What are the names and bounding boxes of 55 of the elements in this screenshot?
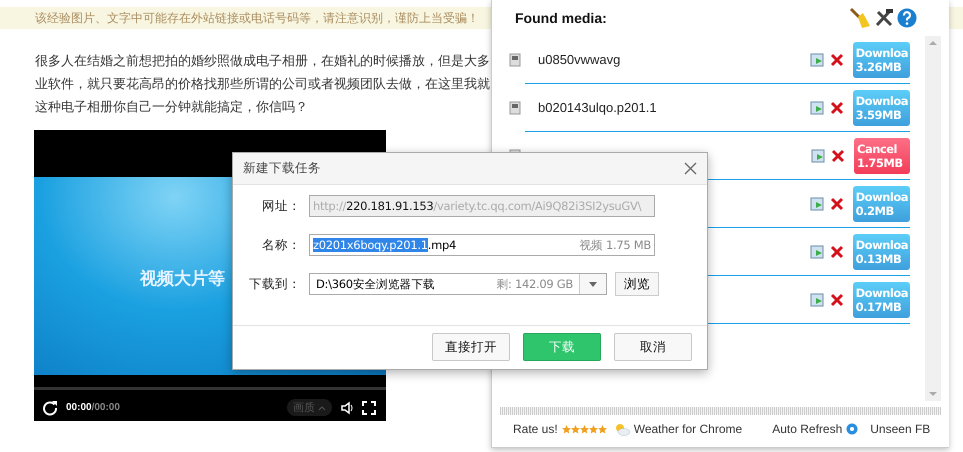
broom-icon[interactable] — [849, 7, 871, 29]
caret-icon — [318, 405, 326, 411]
progress-track[interactable] — [34, 387, 386, 390]
copy-icon[interactable] — [810, 52, 826, 68]
url-label: 网址： — [261, 198, 301, 214]
article-text: 这种电子相册你自己一分钟就能搞定，你信吗？ — [35, 98, 309, 116]
dialog-button[interactable]: 直接打开 — [432, 333, 510, 361]
save-path-dropdown[interactable]: D:\360安全浏览器下载 剩: 142.09 GB — [309, 273, 607, 295]
copy-icon[interactable] — [810, 244, 826, 260]
grip-bar[interactable] — [500, 407, 941, 415]
browse-button[interactable]: 浏览 — [615, 272, 659, 296]
tools-icon[interactable] — [874, 8, 894, 28]
media-name: b020143ulqo.p201.1 — [538, 100, 657, 115]
unseen-link[interactable]: Unseen FB — [870, 422, 930, 436]
dialog-button[interactable]: 取消 — [614, 333, 692, 361]
help-icon[interactable] — [897, 8, 917, 28]
article-text: 业软件，就只要花高昂的价格找那些所谓的公司或者视频团队去做，在这里我就 — [35, 75, 490, 93]
auto-refresh-link[interactable]: Auto Refresh — [772, 422, 842, 436]
dialog-title: 新建下载任务 — [243, 160, 321, 177]
delete-icon[interactable] — [830, 196, 844, 210]
copy-icon[interactable] — [810, 292, 826, 308]
name-label: 名称： — [261, 236, 301, 254]
save-path-label: 下载到： — [248, 276, 301, 292]
current-time: 00:00 — [66, 402, 92, 413]
panel-title: Found media: — [515, 10, 607, 26]
delete-icon[interactable] — [830, 292, 844, 306]
star-icon — [570, 424, 580, 434]
delete-icon[interactable] — [830, 100, 844, 114]
replay-icon[interactable] — [42, 400, 58, 416]
delete-icon[interactable] — [830, 244, 844, 258]
star-icon — [598, 424, 607, 434]
close-icon[interactable] — [684, 162, 697, 175]
fullscreen-icon[interactable] — [362, 400, 376, 414]
name-field[interactable]: z0201x6boqy.p201.1.mp4 视频 1.75 MB — [309, 234, 655, 256]
rate-link[interactable]: Rate us! — [513, 422, 558, 436]
article-text: 很多人在结婚之前想把拍的婚纱照做成电子相册，在婚礼的时候播放，但是大多 — [35, 52, 490, 70]
volume-icon[interactable] — [340, 400, 354, 414]
star-icon — [588, 424, 598, 434]
video-caption: 视频大片等 — [140, 268, 225, 290]
film-file-icon — [509, 52, 521, 66]
dropdown-caret-icon — [589, 282, 597, 286]
delete-icon[interactable] — [831, 148, 845, 162]
star-icon — [562, 424, 571, 434]
copy-icon[interactable] — [810, 196, 826, 212]
film-file-icon — [509, 100, 521, 114]
eye-icon — [846, 423, 858, 435]
delete-icon[interactable] — [830, 52, 844, 66]
weather-icon — [614, 422, 630, 436]
copy-icon[interactable] — [810, 100, 826, 116]
star-icon — [580, 424, 589, 434]
media-name: u0850vwwavg — [538, 52, 620, 67]
url-field[interactable]: http://220.181.91.153/variety.tc.qq.com/Ai9Q82i3SI2ysuGV\ — [309, 195, 655, 217]
copy-icon[interactable] — [811, 148, 827, 164]
total-time: /00:00 — [92, 402, 120, 413]
weather-link[interactable]: Weather for Chrome — [634, 422, 742, 436]
